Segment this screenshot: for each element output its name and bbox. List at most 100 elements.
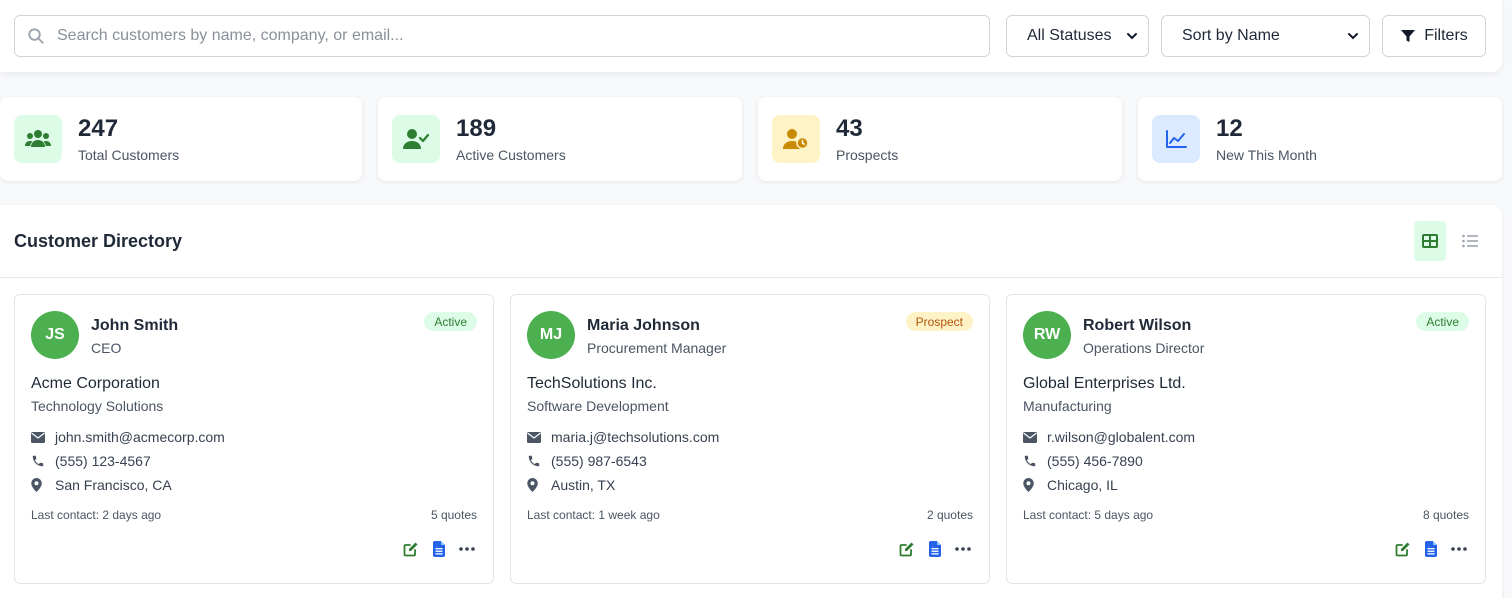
search-box[interactable] — [14, 15, 990, 57]
avatar: JS — [31, 311, 79, 359]
filters-button-label: Filters — [1424, 27, 1468, 44]
user-check-icon — [403, 129, 429, 149]
edit-icon — [899, 542, 914, 557]
stat-value: 43 — [836, 115, 863, 142]
phone-icon — [32, 455, 44, 467]
map-pin-icon — [527, 478, 538, 492]
quote-count: 5 quotes — [430, 508, 477, 522]
industry: Software Development — [527, 398, 669, 414]
stat-icon-box — [1152, 115, 1200, 163]
grid-view-button[interactable] — [1414, 221, 1446, 261]
divider — [0, 277, 1502, 278]
stat-card-prospects: 43 Prospects — [758, 97, 1122, 181]
stat-card-total-customers: 247 Total Customers — [0, 97, 362, 181]
sort-select-value: Sort by Name — [1182, 27, 1280, 44]
customer-name[interactable]: John Smith — [91, 317, 178, 335]
industry: Technology Solutions — [31, 398, 164, 414]
envelope-icon — [31, 431, 45, 443]
more-button[interactable] — [1451, 547, 1467, 551]
search-input[interactable] — [57, 27, 957, 45]
stat-icon-box — [392, 115, 440, 163]
email-row: r.wilson@globalent.com — [1023, 429, 1195, 445]
location-text: Austin, TX — [551, 477, 616, 493]
stat-label: Prospects — [836, 147, 899, 163]
quote-count: 8 quotes — [1422, 508, 1469, 522]
avatar: RW — [1023, 311, 1071, 359]
section-title: Customer Directory — [14, 231, 183, 251]
customer-role: Procurement Manager — [587, 340, 727, 356]
list-icon — [1462, 234, 1478, 248]
map-pin-icon — [1023, 478, 1034, 492]
quote-button[interactable] — [1425, 541, 1437, 557]
customer-card[interactable]: MJ Maria Johnson Procurement Manager Pro… — [510, 294, 990, 584]
filter-icon — [1401, 30, 1416, 42]
stat-card-new-this-month: 12 New This Month — [1138, 97, 1502, 181]
edit-button[interactable] — [403, 541, 419, 557]
company-name: Global Enterprises Ltd. — [1023, 375, 1186, 392]
email-text: john.smith@acmecorp.com — [55, 429, 225, 445]
user-clock-icon — [783, 129, 809, 150]
chevron-down-icon — [1348, 33, 1358, 40]
email-row: maria.j@techsolutions.com — [527, 429, 719, 445]
email-text: maria.j@techsolutions.com — [551, 429, 720, 445]
phone-icon — [1024, 455, 1036, 467]
stat-icon-box — [772, 115, 820, 163]
sort-select[interactable]: Sort by Name — [1161, 15, 1370, 57]
location-row: Chicago, IL — [1023, 477, 1118, 493]
edit-button[interactable] — [899, 541, 915, 557]
card-actions — [899, 541, 971, 557]
more-button[interactable] — [955, 547, 971, 551]
users-icon — [25, 130, 51, 147]
industry: Manufacturing — [1023, 398, 1112, 414]
company-name: Acme Corporation — [31, 375, 160, 392]
customer-name[interactable]: Robert Wilson — [1083, 317, 1191, 335]
phone-row: (555) 123-4567 — [31, 453, 151, 469]
phone-text: (555) 987-6543 — [551, 453, 647, 469]
list-view-button[interactable] — [1454, 221, 1486, 261]
status-select[interactable]: All Statuses — [1006, 15, 1149, 57]
location-text: San Francisco, CA — [55, 477, 172, 493]
phone-icon — [528, 455, 540, 467]
stat-value: 247 — [78, 115, 119, 142]
quote-button[interactable] — [433, 541, 445, 557]
stat-icon-box — [14, 115, 62, 163]
quote-button[interactable] — [929, 541, 941, 557]
toolbar: All Statuses Sort by Name Filters — [0, 0, 1502, 72]
edit-icon — [403, 542, 418, 557]
more-options-icon — [1451, 547, 1467, 551]
edit-button[interactable] — [1395, 541, 1411, 557]
customer-role: Operations Director — [1083, 340, 1205, 356]
filters-button[interactable]: Filters — [1382, 15, 1486, 57]
document-icon — [929, 541, 941, 557]
stat-label: Active Customers — [456, 147, 566, 163]
more-options-icon — [955, 547, 971, 551]
customer-card[interactable]: JS John Smith CEO Active Acme Corporatio… — [14, 294, 494, 584]
status-badge: Active — [1416, 312, 1469, 331]
email-row: john.smith@acmecorp.com — [31, 429, 225, 445]
location-text: Chicago, IL — [1047, 477, 1118, 493]
grid-icon — [1422, 234, 1438, 248]
stat-value: 189 — [456, 115, 497, 142]
last-contact: Last contact: 5 days ago — [1023, 508, 1154, 522]
envelope-icon — [1023, 431, 1037, 443]
status-badge: Prospect — [905, 312, 973, 331]
location-row: San Francisco, CA — [31, 477, 172, 493]
location-row: Austin, TX — [527, 477, 615, 493]
more-button[interactable] — [459, 547, 475, 551]
chart-line-icon — [1166, 130, 1187, 148]
document-icon — [433, 541, 445, 557]
map-pin-icon — [31, 478, 42, 492]
phone-row: (555) 456-7890 — [1023, 453, 1143, 469]
customer-card[interactable]: RW Robert Wilson Operations Director Act… — [1006, 294, 1486, 584]
avatar: MJ — [527, 311, 575, 359]
card-actions — [403, 541, 475, 557]
card-actions — [1395, 541, 1467, 557]
envelope-icon — [527, 431, 541, 443]
phone-row: (555) 987-6543 — [527, 453, 647, 469]
customer-name[interactable]: Maria Johnson — [587, 317, 700, 335]
status-badge: Active — [424, 312, 477, 331]
more-options-icon — [459, 547, 475, 551]
stat-value: 12 — [1216, 115, 1243, 142]
quote-count: 2 quotes — [926, 508, 973, 522]
chevron-down-icon — [1127, 33, 1137, 40]
